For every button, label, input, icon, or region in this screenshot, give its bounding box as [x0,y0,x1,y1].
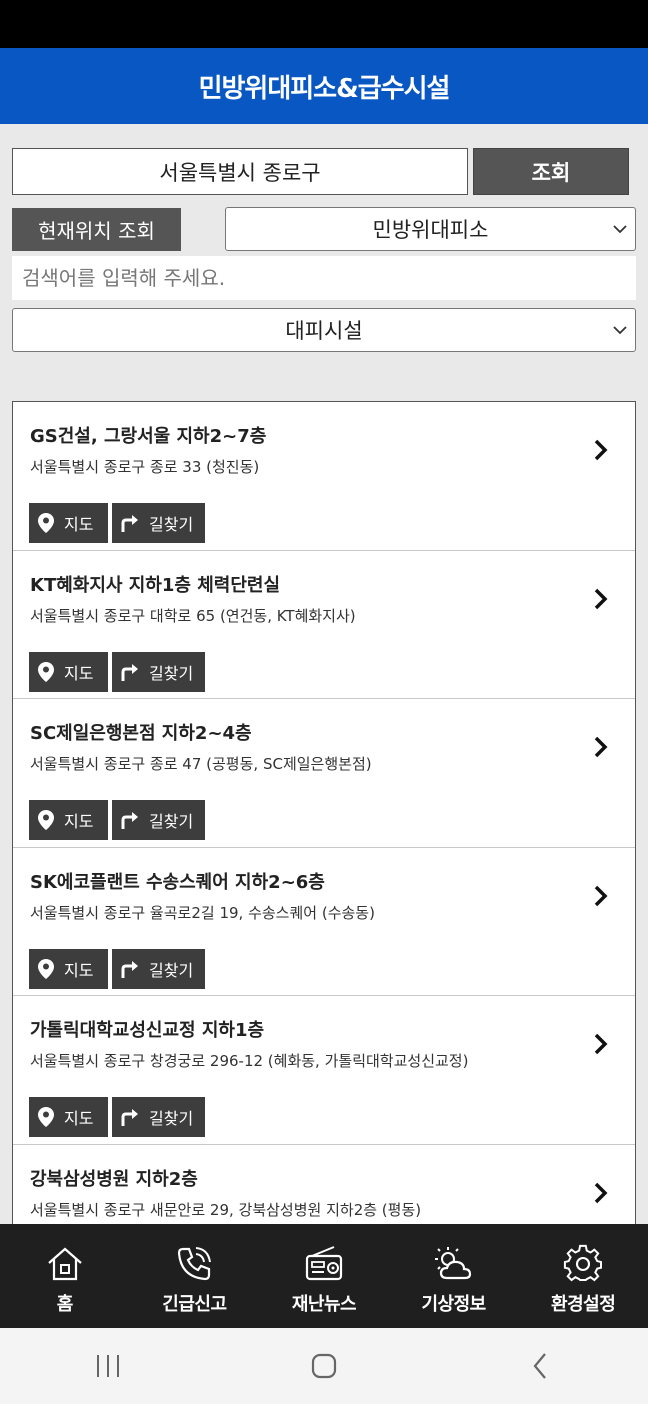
map-pin-icon [38,810,54,830]
shelter-name: 강북삼성병원 지하2층 [30,1168,198,1190]
route-label: 길찾기 [149,1109,194,1128]
route-label: 길찾기 [149,663,194,683]
route-button[interactable]: 길찾기 [112,651,205,692]
directions-icon [121,515,138,532]
nav-emergency[interactable]: 긴급신고 [130,1224,260,1328]
phone-call-icon [178,1247,212,1281]
back-icon [533,1353,546,1379]
home-system-button[interactable] [294,1346,354,1386]
shelter-address: 서울특별시 종로구 대학로 65 (연건동, KT혜화지사) [30,606,356,625]
chevron-down-icon [613,225,627,234]
map-pin-icon [38,1107,54,1127]
route-button[interactable]: 길찾기 [112,503,205,543]
directions-icon [121,663,138,681]
search-button[interactable]: 조회 [473,148,629,195]
home-icon [48,1247,82,1281]
map-label: 지도 [64,515,94,534]
map-button[interactable]: 지도 [29,651,108,692]
shelter-type-value: 민방위대피소 [372,218,489,242]
nav-news-label: 재난뉴스 [291,1294,357,1315]
list-item[interactable]: 강북삼성병원 지하2층 서울특별시 종로구 새문안로 29, 강북삼성병원 지하… [13,1145,635,1225]
map-pin-icon [38,958,54,979]
recent-apps-icon [97,1355,119,1377]
nav-emergency-label: 긴급신고 [162,1294,227,1315]
system-navigation-bar [0,1328,648,1404]
current-location-button[interactable]: 현재위치 조회 [12,208,181,251]
shelter-name: 가톨릭대학교성신교정 지하1층 [30,1020,265,1041]
shelter-address: 서울특별시 종로구 율곡로2길 19, 수송스퀘어 (수송동) [30,903,375,922]
shelter-address: 서울특별시 종로구 종로 33 (청진동) [30,458,260,476]
chevron-right-icon[interactable] [593,1032,609,1056]
page-title: 민방위대피소&급수시설 [0,48,648,124]
route-button[interactable]: 길찾기 [112,800,205,840]
list-item[interactable]: KT혜화지사 지하1층 체력단련실 서울특별시 종로구 대학로 65 (연건동,… [13,551,635,699]
facility-select[interactable]: 대피시설 [12,308,636,352]
route-button[interactable]: 길찾기 [112,1097,205,1137]
map-button[interactable]: 지도 [29,800,108,840]
map-label: 지도 [64,812,94,831]
chevron-right-icon[interactable] [593,438,609,462]
radio-icon [305,1246,343,1281]
keyword-search-input[interactable] [12,256,636,300]
nav-settings-label: 환경설정 [551,1294,616,1315]
directions-icon [121,1109,138,1126]
list-item[interactable]: SC제일은행본점 지하2~4층 서울특별시 종로구 종로 47 (공평동, SC… [13,699,635,848]
nav-weather[interactable]: 기상정보 [389,1224,519,1328]
shelter-name: GS건설, 그랑서울 지하2~7층 [30,426,267,447]
bottom-navigation: 홈 긴급신고 재난뉴스 기상정보 환경설정 [0,1224,648,1328]
list-item[interactable]: SK에코플랜트 수송스퀘어 지하2~6층 서울특별시 종로구 율곡로2길 19,… [13,848,635,996]
gear-icon [564,1244,603,1282]
chevron-down-icon [613,326,627,335]
map-button[interactable]: 지도 [29,948,108,989]
shelter-name: KT혜화지사 지하1층 체력단련실 [30,574,281,596]
nav-news[interactable]: 재난뉴스 [259,1224,389,1328]
directions-icon [121,960,138,978]
status-bar [0,0,648,48]
shelter-name: SC제일은행본점 지하2~4층 [30,723,252,744]
map-pin-icon [38,661,54,682]
shelter-address: 서울특별시 종로구 창경궁로 296-12 (혜화동, 가톨릭대학교성신교정) [30,1052,469,1070]
directions-icon [121,812,138,829]
map-button[interactable]: 지도 [29,1097,108,1137]
map-pin-icon [38,513,54,533]
chevron-right-icon[interactable] [593,1181,609,1205]
recent-apps-button[interactable] [78,1346,138,1386]
shelter-type-select[interactable]: 민방위대피소 [225,207,636,251]
back-button[interactable] [510,1346,570,1386]
shelter-list: GS건설, 그랑서울 지하2~7층 서울특별시 종로구 종로 33 (청진동) … [12,401,636,1225]
list-item[interactable]: GS건설, 그랑서울 지하2~7층 서울특별시 종로구 종로 33 (청진동) … [13,402,635,551]
map-label: 지도 [64,960,94,980]
map-label: 지도 [64,1109,94,1128]
nav-settings[interactable]: 환경설정 [518,1224,648,1328]
shelter-address: 서울특별시 종로구 종로 47 (공평동, SC제일은행본점) [30,755,372,773]
map-button[interactable]: 지도 [29,503,108,543]
shelter-address: 서울특별시 종로구 새문안로 29, 강북삼성병원 지하2층 (평동) [30,1200,422,1219]
route-label: 길찾기 [149,812,194,831]
map-label: 지도 [64,663,94,683]
nav-home[interactable]: 홈 [0,1224,130,1328]
nav-home-label: 홈 [56,1294,74,1315]
weather-icon [434,1247,471,1280]
route-label: 길찾기 [149,960,194,980]
chevron-right-icon[interactable] [593,884,609,908]
chevron-right-icon[interactable] [593,735,609,759]
chevron-right-icon[interactable] [593,587,609,611]
list-item[interactable]: 가톨릭대학교성신교정 지하1층 서울특별시 종로구 창경궁로 296-12 (혜… [13,996,635,1145]
route-button[interactable]: 길찾기 [112,948,205,989]
shelter-name: SK에코플랜트 수송스퀘어 지하2~6층 [30,871,325,893]
facility-value: 대피시설 [285,319,363,343]
home-circle-icon [311,1353,337,1379]
nav-weather-label: 기상정보 [421,1294,486,1315]
route-label: 길찾기 [149,515,194,534]
region-field[interactable]: 서울특별시 종로구 [12,148,468,195]
